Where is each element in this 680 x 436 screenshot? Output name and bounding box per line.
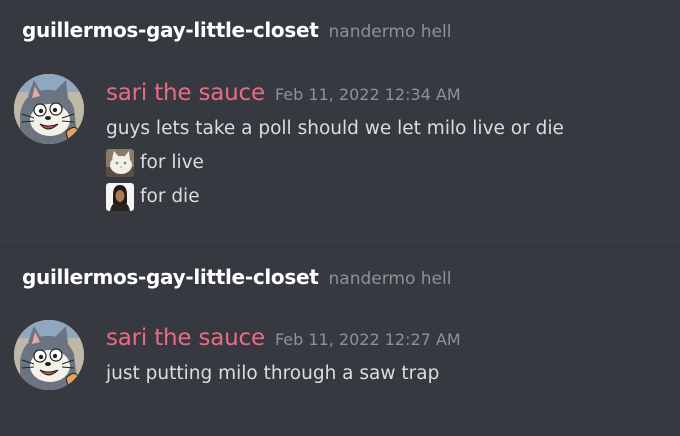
message-line: guys lets take a poll should we let milo…: [106, 118, 564, 139]
message-line: for live: [140, 152, 204, 173]
message: sari the sauce Feb 11, 2022 12:27 AM just…: [106, 325, 461, 391]
user-avatar[interactable]: [14, 74, 84, 144]
message-line: just putting milo through a saw trap: [106, 363, 440, 384]
message-block: guillermos-gay-little-closet nandermo hel…: [0, 0, 680, 246]
message: sari the sauce Feb 11, 2022 12:34 AM guys…: [106, 80, 564, 214]
message-text: just putting milo through a saw trap: [106, 357, 461, 391]
channel-name[interactable]: guillermos-gay-little-closet: [22, 265, 319, 289]
channel-header[interactable]: guillermos-gay-little-closet nandermo hel…: [22, 18, 451, 42]
user-avatar[interactable]: [14, 320, 84, 390]
cartoon-cat-avatar-icon: [14, 320, 84, 390]
white-cat-emoji-icon[interactable]: [106, 149, 134, 177]
cartoon-cat-avatar-icon: [14, 74, 84, 144]
message-header: sari the sauce Feb 11, 2022 12:34 AM: [106, 80, 564, 106]
server-name: nandermo hell: [328, 22, 452, 42]
discord-screenshot: guillermos-gay-little-closet nandermo hel…: [0, 0, 680, 436]
timestamp[interactable]: Feb 11, 2022 12:27 AM: [275, 330, 461, 349]
channel-header[interactable]: guillermos-gay-little-closet nandermo hel…: [22, 265, 451, 289]
man-portrait-emoji-icon[interactable]: [106, 183, 134, 211]
message-text: guys lets take a poll should we let milo…: [106, 112, 564, 146]
server-name: nandermo hell: [328, 269, 452, 289]
message-header: sari the sauce Feb 11, 2022 12:27 AM: [106, 325, 461, 351]
channel-name[interactable]: guillermos-gay-little-closet: [22, 18, 319, 42]
username[interactable]: sari the sauce: [106, 80, 265, 106]
timestamp[interactable]: Feb 11, 2022 12:34 AM: [275, 85, 461, 104]
message-text: for die: [106, 180, 564, 214]
message-text: for live: [106, 146, 564, 180]
message-line: for die: [140, 186, 200, 207]
username[interactable]: sari the sauce: [106, 325, 265, 351]
message-block: guillermos-gay-little-closet nandermo hel…: [0, 247, 680, 436]
